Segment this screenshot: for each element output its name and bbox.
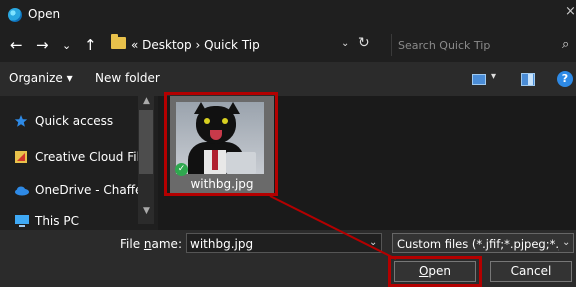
title-bar bbox=[0, 0, 576, 28]
back-arrow-icon[interactable]: ← bbox=[10, 36, 23, 54]
window-title: Open bbox=[28, 7, 61, 21]
sidebar-item-onedrive[interactable]: OneDrive - Chaffe bbox=[0, 179, 142, 203]
change-view-icon[interactable] bbox=[472, 74, 486, 85]
toolbar bbox=[0, 62, 576, 96]
view-options-chevron-icon[interactable]: ▾ bbox=[491, 71, 496, 82]
folder-icon bbox=[111, 34, 126, 49]
new-folder-button[interactable]: New folder bbox=[95, 71, 160, 85]
refresh-icon[interactable]: ↻ bbox=[358, 35, 370, 51]
creative-cloud-icon bbox=[14, 150, 28, 164]
label-accesskey: n bbox=[143, 237, 152, 251]
sidebar-item-creative-cloud[interactable]: Creative Cloud Fil bbox=[0, 146, 140, 170]
help-icon[interactable]: ? bbox=[557, 71, 573, 87]
sidebar-item-label: This PC bbox=[35, 214, 79, 228]
sidebar-item-label: OneDrive - Chaffe bbox=[35, 183, 143, 197]
onedrive-icon bbox=[14, 183, 29, 197]
search-icon[interactable]: ⌕ bbox=[562, 37, 569, 52]
computer-icon bbox=[14, 214, 29, 228]
file-name-label-text: File name: bbox=[120, 237, 182, 251]
annotation-highlight-box bbox=[164, 92, 278, 196]
forward-arrow-icon[interactable]: → bbox=[36, 36, 49, 54]
close-icon[interactable]: × bbox=[565, 4, 576, 19]
file-name-dropdown-chevron-icon[interactable]: ⌄ bbox=[369, 237, 377, 248]
cancel-button[interactable]: Cancel bbox=[490, 261, 572, 282]
file-type-chevron-icon[interactable]: ⌄ bbox=[562, 237, 570, 248]
file-type-value[interactable]: Custom files (*.jfif;*.pjpeg;*.jpe bbox=[397, 237, 559, 251]
organize-menu-button[interactable]: Organize ▾ bbox=[9, 71, 73, 85]
label-part: ame: bbox=[151, 237, 182, 251]
sidebar-item-quick-access[interactable]: Quick access bbox=[0, 110, 138, 134]
breadcrumb[interactable]: « Desktop › Quick Tip bbox=[131, 38, 260, 52]
up-arrow-icon[interactable]: ↑ bbox=[84, 36, 97, 54]
annotation-highlight-box bbox=[388, 256, 482, 287]
file-name-value[interactable]: withbg.jpg bbox=[190, 237, 253, 251]
preview-pane-icon[interactable] bbox=[521, 73, 535, 86]
edge-app-icon bbox=[8, 8, 22, 22]
scroll-down-icon[interactable]: ▼ bbox=[143, 206, 150, 216]
search-input[interactable]: Search Quick Tip bbox=[398, 39, 490, 52]
address-dropdown-chevron-icon[interactable]: ⌄ bbox=[341, 38, 349, 49]
label-part: File bbox=[120, 237, 144, 251]
sidebar-item-label: Creative Cloud Fil bbox=[35, 150, 140, 164]
recent-locations-chevron-icon[interactable]: ⌄ bbox=[62, 37, 71, 55]
scroll-up-icon[interactable]: ▲ bbox=[143, 96, 150, 106]
sidebar-item-label: Quick access bbox=[35, 114, 114, 128]
scrollbar-thumb[interactable] bbox=[139, 110, 153, 174]
star-icon bbox=[14, 114, 28, 128]
